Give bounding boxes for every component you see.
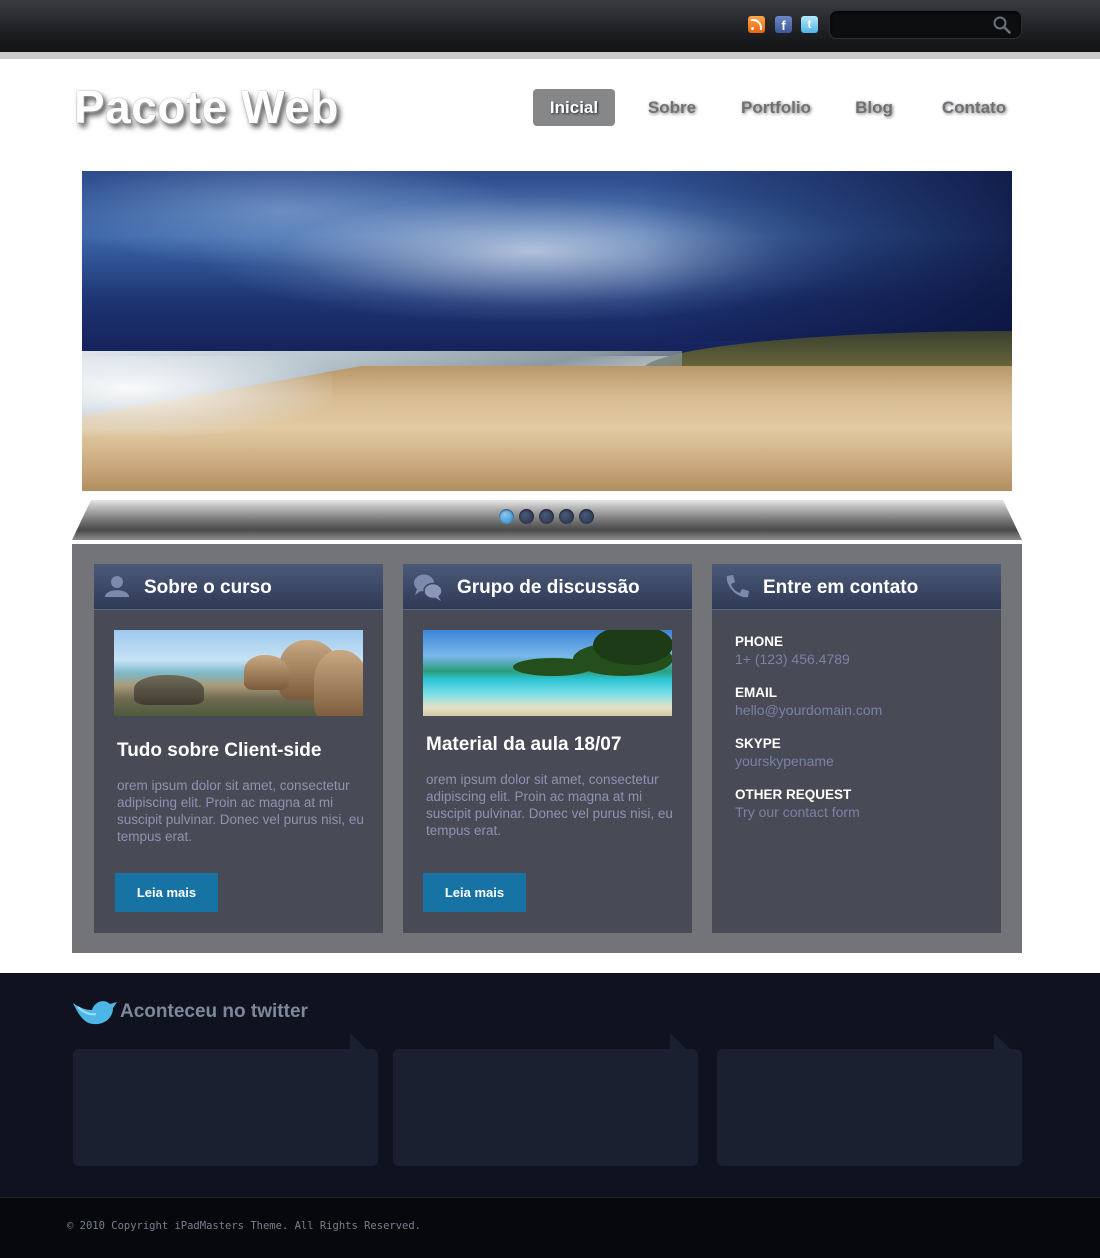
contact-form-link[interactable]: Try our contact form: [735, 804, 860, 820]
post-title[interactable]: Material da aula 18/07: [426, 734, 621, 756]
box-grupo-de-discussao: Grupo de discussão Material da aula 18/0…: [403, 564, 692, 933]
contact-label-other-request: OTHER REQUEST: [735, 787, 852, 802]
post-excerpt: orem ipsum dolor sit amet, consectetur a…: [426, 772, 673, 838]
rss-icon[interactable]: [748, 16, 765, 33]
tweet-tail: [350, 1033, 366, 1049]
nav-item-blog[interactable]: Blog: [843, 89, 905, 126]
tweet-card-3: [717, 1049, 1022, 1166]
box-header: Grupo de discussão: [403, 564, 692, 610]
copyright-text: © 2010 Copyright iPadMasters Theme. All …: [67, 1220, 422, 1232]
hero-slider-image: [82, 171, 1012, 491]
nav-item-contato[interactable]: Contato: [929, 89, 1019, 126]
contact-value-email[interactable]: hello@yourdomain.com: [735, 702, 882, 718]
tweet-tail: [994, 1033, 1010, 1049]
twitter-bird-icon: [73, 1001, 117, 1025]
box-entre-em-contato: Entre em contato PHONE 1+ (123) 456.4789…: [712, 564, 1001, 933]
box-header: Sobre o curso: [94, 564, 383, 610]
search-icon[interactable]: [993, 16, 1011, 34]
contact-label-email: EMAIL: [735, 685, 777, 700]
box-title: Grupo de discussão: [457, 577, 640, 598]
read-more-button[interactable]: Leia mais: [423, 873, 526, 912]
twitter-section-title: Aconteceu no twitter: [120, 1001, 308, 1022]
twitter-icon[interactable]: t: [801, 16, 818, 33]
user-icon: [105, 576, 129, 597]
contact-value-skype[interactable]: yourskypename: [735, 753, 834, 769]
nav-item-sobre[interactable]: Sobre: [636, 89, 708, 126]
box-title: Sobre o curso: [144, 577, 272, 598]
nav-item-inicial[interactable]: Inicial: [533, 89, 615, 126]
top-bar-divider: [0, 52, 1100, 59]
site-logo[interactable]: Pacote Web: [74, 80, 339, 134]
nav-item-portfolio[interactable]: Portfolio: [731, 89, 821, 126]
search-input[interactable]: [838, 16, 988, 34]
post-thumbnail[interactable]: [423, 630, 672, 716]
box-title: Entre em contato: [763, 577, 919, 598]
box-sobre-o-curso: Sobre o curso Tudo sobre Client-side ore…: [94, 564, 383, 933]
box-header: Entre em contato: [712, 564, 1001, 610]
chat-bubbles-icon: [414, 574, 443, 601]
contact-label-skype: SKYPE: [735, 736, 781, 751]
post-thumbnail[interactable]: [114, 630, 363, 716]
search-box: [829, 10, 1022, 39]
contact-label-phone: PHONE: [735, 634, 784, 649]
read-more-button[interactable]: Leia mais: [115, 873, 218, 912]
slider-dot-1[interactable]: [499, 509, 514, 524]
slider-dot-4[interactable]: [559, 509, 574, 524]
facebook-icon[interactable]: f: [775, 16, 792, 33]
tweet-card-2: [393, 1049, 698, 1166]
slider-dot-5[interactable]: [579, 509, 594, 524]
post-excerpt: orem ipsum dolor sit amet, consectetur a…: [117, 778, 364, 844]
post-title[interactable]: Tudo sobre Client-side: [117, 740, 321, 762]
slider-dot-3[interactable]: [539, 509, 554, 524]
slider-dot-2[interactable]: [519, 509, 534, 524]
contact-value-phone[interactable]: 1+ (123) 456.4789: [735, 651, 850, 667]
phone-icon: [726, 575, 749, 598]
tweet-card-1: [73, 1049, 378, 1166]
tweet-tail: [670, 1033, 686, 1049]
